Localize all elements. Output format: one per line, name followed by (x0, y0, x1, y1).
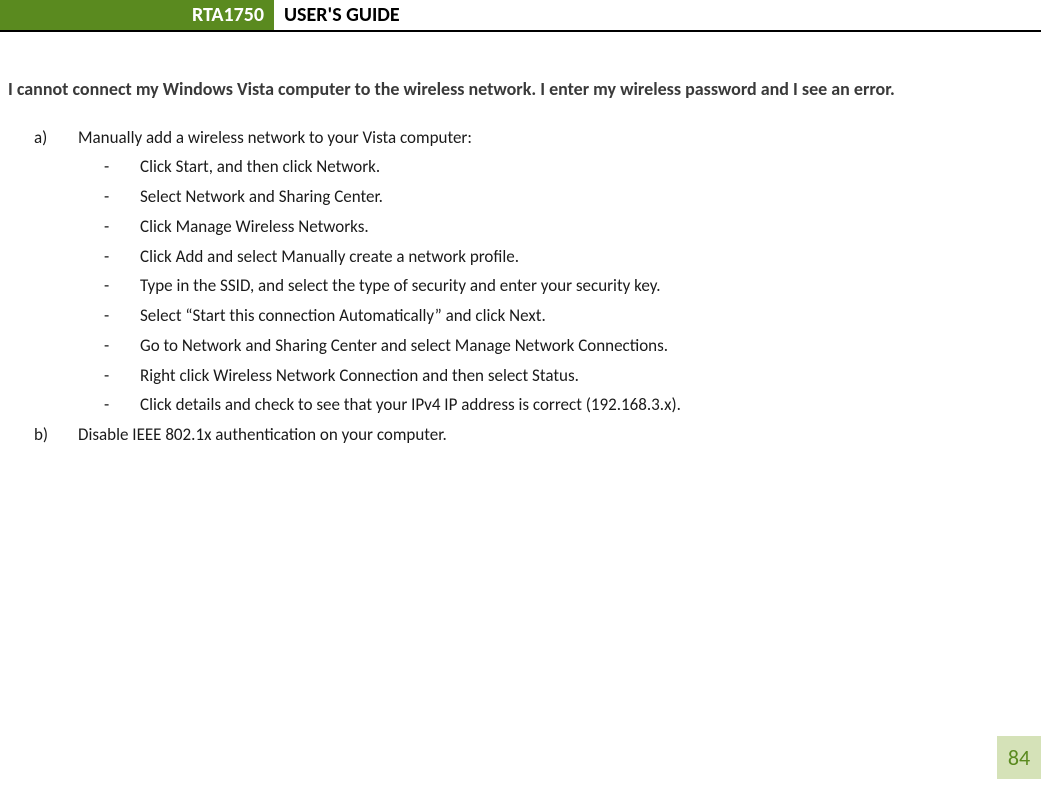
sublist-text: Click Start, and then click Network. (140, 152, 1019, 182)
sublist-text: Select Network and Sharing Center. (140, 182, 1019, 212)
sublist: - Click Start, and then click Network. -… (34, 152, 1019, 420)
list-item: b) Disable IEEE 802.1x authentication on… (34, 420, 1019, 450)
sublist-text: Select “Start this connection Automatica… (140, 301, 1019, 331)
sublist-item: - Click Start, and then click Network. (104, 152, 1019, 182)
sublist-marker: - (104, 390, 140, 420)
sublist-item: - Click details and check to see that yo… (104, 390, 1019, 420)
sublist-text: Click Manage Wireless Networks. (140, 212, 1019, 242)
header-row: RTA1750 USER'S GUIDE (0, 0, 1041, 32)
list-text: Manually add a wireless network to your … (78, 123, 1019, 153)
sublist-item: - Go to Network and Sharing Center and s… (104, 331, 1019, 361)
issue-heading: I cannot connect my Windows Vista comput… (8, 74, 1019, 105)
sublist-marker: - (104, 361, 140, 391)
sublist-text: Go to Network and Sharing Center and sel… (140, 331, 1019, 361)
sublist-text: Right click Wireless Network Connection … (140, 361, 1019, 391)
main-list: a) Manually add a wireless network to yo… (8, 123, 1019, 450)
sublist-item: - Click Manage Wireless Networks. (104, 212, 1019, 242)
header-model: RTA1750 (204, 0, 274, 30)
sublist-item: - Click Add and select Manually create a… (104, 242, 1019, 272)
sublist-text: Click details and check to see that your… (140, 390, 1019, 420)
page-content: I cannot connect my Windows Vista comput… (0, 32, 1041, 450)
sublist-text: Click Add and select Manually create a n… (140, 242, 1019, 272)
page-number: 84 (997, 736, 1041, 779)
sublist-item: - Select “Start this connection Automati… (104, 301, 1019, 331)
sublist-marker: - (104, 212, 140, 242)
sublist-item: - Type in the SSID, and select the type … (104, 271, 1019, 301)
list-item: a) Manually add a wireless network to yo… (34, 123, 1019, 153)
header-title: USER'S GUIDE (274, 0, 410, 30)
sublist-text: Type in the SSID, and select the type of… (140, 271, 1019, 301)
sublist-item: - Select Network and Sharing Center. (104, 182, 1019, 212)
header-brand-bar (0, 0, 204, 30)
sublist-item: - Right click Wireless Network Connectio… (104, 361, 1019, 391)
sublist-marker: - (104, 152, 140, 182)
sublist-marker: - (104, 301, 140, 331)
sublist-marker: - (104, 182, 140, 212)
list-text: Disable IEEE 802.1x authentication on yo… (78, 420, 1019, 450)
sublist-marker: - (104, 242, 140, 272)
sublist-marker: - (104, 271, 140, 301)
list-marker: a) (34, 123, 78, 153)
list-marker: b) (34, 420, 78, 450)
sublist-marker: - (104, 331, 140, 361)
